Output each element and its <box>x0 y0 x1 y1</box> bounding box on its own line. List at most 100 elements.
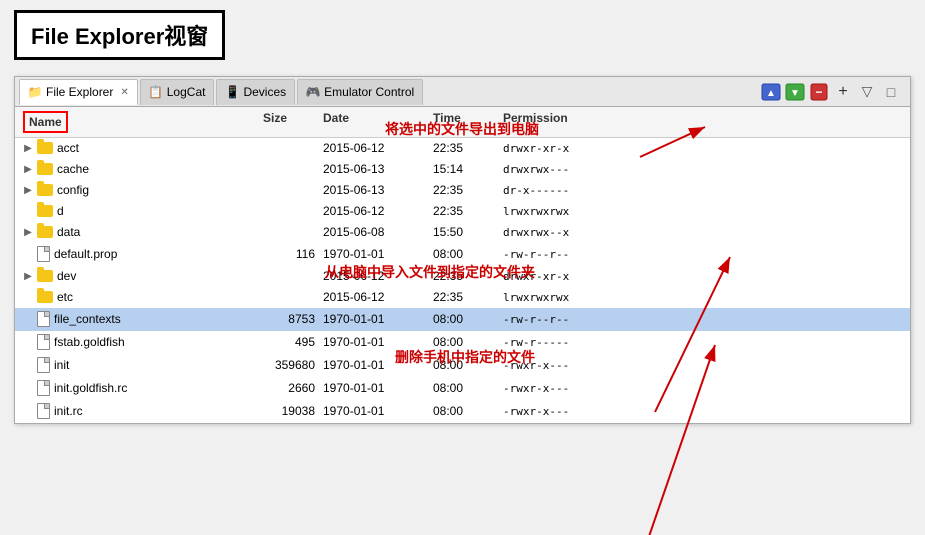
tab-devices[interactable]: 📱 Devices <box>216 79 295 105</box>
table-row[interactable]: ▶data2015-06-0815:50drwxrwx--x <box>15 222 910 243</box>
file-permission-cell: -rwxr-x--- <box>499 403 906 420</box>
file-time-cell: 08:00 <box>429 333 499 351</box>
file-date-cell: 2015-06-12 <box>319 267 429 285</box>
file-size-cell: 2660 <box>259 379 319 397</box>
minimize-button[interactable]: ▽ <box>856 81 878 103</box>
tab-logcat[interactable]: 📋 LogCat <box>140 79 215 105</box>
file-permission-cell: drwxr-xr-x <box>499 140 906 157</box>
export-button[interactable]: ▲ <box>760 81 782 103</box>
expand-arrow-icon[interactable]: ▶ <box>23 164 33 175</box>
tab-file-explorer[interactable]: 📁 File Explorer ✕ <box>19 79 138 105</box>
file-size-cell <box>259 188 319 192</box>
file-name-text: file_contexts <box>54 312 121 326</box>
folder-icon <box>37 163 53 175</box>
file-size-cell <box>259 274 319 278</box>
file-time-cell: 08:00 <box>429 310 499 328</box>
file-permission-cell: lrwxrwxrwx <box>499 203 906 220</box>
header-size: Size <box>259 109 319 135</box>
table-row[interactable]: etc2015-06-1222:35lrwxrwxrwx <box>15 287 910 308</box>
file-name-text: init.rc <box>54 404 83 418</box>
file-name-text: data <box>57 225 80 239</box>
file-permission-cell: -rw-r--r-- <box>499 311 906 328</box>
table-row[interactable]: fstab.goldfish4951970-01-0108:00-rw-r---… <box>15 331 910 354</box>
folder-icon <box>37 270 53 282</box>
tab-bar-left: 📁 File Explorer ✕ 📋 LogCat 📱 Devices 🎮 E… <box>19 79 423 105</box>
file-list: ▶acct2015-06-1222:35drwxr-xr-x▶cache2015… <box>15 138 910 423</box>
file-name-cell: ▶acct <box>19 139 259 157</box>
table-row[interactable]: default.prop1161970-01-0108:00-rw-r--r-- <box>15 243 910 266</box>
expand-arrow-icon[interactable]: ▶ <box>23 271 33 282</box>
file-permission-cell: lrwxrwxrwx <box>499 289 906 306</box>
file-name-text: init.goldfish.rc <box>54 381 127 395</box>
tab-emulator-control[interactable]: 🎮 Emulator Control <box>297 79 423 105</box>
file-time-cell: 08:00 <box>429 402 499 420</box>
file-icon <box>37 334 50 350</box>
file-size-cell: 359680 <box>259 356 319 374</box>
file-date-cell: 1970-01-01 <box>319 333 429 351</box>
file-time-cell: 08:00 <box>429 379 499 397</box>
file-name-text: cache <box>57 162 89 176</box>
table-row[interactable]: ▶acct 2015-06-1222:35drwxr-xr-x <box>15 138 910 159</box>
file-name-text: config <box>57 183 89 197</box>
file-icon <box>37 357 50 373</box>
folder-icon <box>37 226 53 238</box>
file-name-cell: init.rc <box>19 401 259 421</box>
file-time-cell: 15:14 <box>429 160 499 178</box>
file-date-cell: 1970-01-01 <box>319 310 429 328</box>
header-permission: Permission <box>499 109 906 135</box>
file-icon <box>37 380 50 396</box>
table-row[interactable]: ▶dev2015-06-1222:35drwxr-xr-x <box>15 266 910 287</box>
file-time-cell: 08:00 <box>429 356 499 374</box>
file-time-cell: 22:35 <box>429 267 499 285</box>
tab-logcat-label: LogCat <box>167 85 206 99</box>
table-row[interactable]: init.rc190381970-01-0108:00-rwxr-x--- <box>15 400 910 423</box>
add-icon: + <box>838 83 847 101</box>
expand-arrow-icon[interactable]: ▶ <box>23 143 33 154</box>
file-permission-cell: dr-x------ <box>499 182 906 199</box>
title-box: File Explorer视窗 <box>14 10 225 60</box>
file-permission-cell: -rwxr-x--- <box>499 357 906 374</box>
svg-text:▲: ▲ <box>766 88 776 99</box>
file-time-cell: 08:00 <box>429 245 499 263</box>
header-date: Date <box>319 109 429 135</box>
file-time-cell: 22:35 <box>429 139 499 157</box>
file-explorer-window: 📁 File Explorer ✕ 📋 LogCat 📱 Devices 🎮 E… <box>14 76 911 424</box>
restore-button[interactable]: □ <box>880 81 902 103</box>
tab-devices-label: Devices <box>243 85 286 99</box>
file-date-cell: 2015-06-13 <box>319 181 429 199</box>
file-name-text: d <box>57 204 64 218</box>
table-row[interactable]: ▶ config 2015-06-1322:35dr-x------ <box>15 180 910 201</box>
devices-tab-icon: 📱 <box>225 85 239 99</box>
file-name-cell: ▶ cache <box>19 160 259 178</box>
table-row[interactable]: ▶cache2015-06-1315:14drwxrwx--- <box>15 159 910 180</box>
table-row[interactable]: d2015-06-1222:35lrwxrwxrwx <box>15 201 910 222</box>
expand-arrow-icon[interactable]: ▶ <box>23 227 33 238</box>
file-name-cell: init <box>19 355 259 375</box>
tab-file-explorer-label: File Explorer <box>46 85 113 99</box>
file-permission-cell: -rw-r--r-- <box>499 246 906 263</box>
file-date-cell: 2015-06-12 <box>319 139 429 157</box>
file-size-cell <box>259 295 319 299</box>
file-permission-cell: drwxrwx--x <box>499 224 906 241</box>
file-size-cell: 495 <box>259 333 319 351</box>
file-time-cell: 22:35 <box>429 181 499 199</box>
tab-file-explorer-close[interactable]: ✕ <box>120 87 128 98</box>
folder-icon <box>37 184 53 196</box>
expand-arrow-icon[interactable]: ▶ <box>23 185 33 196</box>
file-explorer-tab-icon: 📁 <box>28 85 42 99</box>
file-permission-cell: -rwxr-x--- <box>499 380 906 397</box>
import-button[interactable]: ▼ <box>784 81 806 103</box>
file-name-cell: fstab.goldfish <box>19 332 259 352</box>
delete-button[interactable]: − <box>808 81 830 103</box>
file-icon <box>37 403 50 419</box>
emulator-tab-icon: 🎮 <box>306 85 320 99</box>
file-name-cell: default.prop <box>19 244 259 264</box>
file-name-cell: file_contexts <box>19 309 259 329</box>
file-size-cell <box>259 209 319 213</box>
table-row[interactable]: init.goldfish.rc26601970-01-0108:00-rwxr… <box>15 377 910 400</box>
name-header-box: Name <box>23 111 68 133</box>
table-row[interactable]: init3596801970-01-0108:00-rwxr-x--- <box>15 354 910 377</box>
table-row[interactable]: file_contexts87531970-01-0108:00-rw-r--r… <box>15 308 910 331</box>
file-name-cell: ▶dev <box>19 267 259 285</box>
add-button[interactable]: + <box>832 81 854 103</box>
